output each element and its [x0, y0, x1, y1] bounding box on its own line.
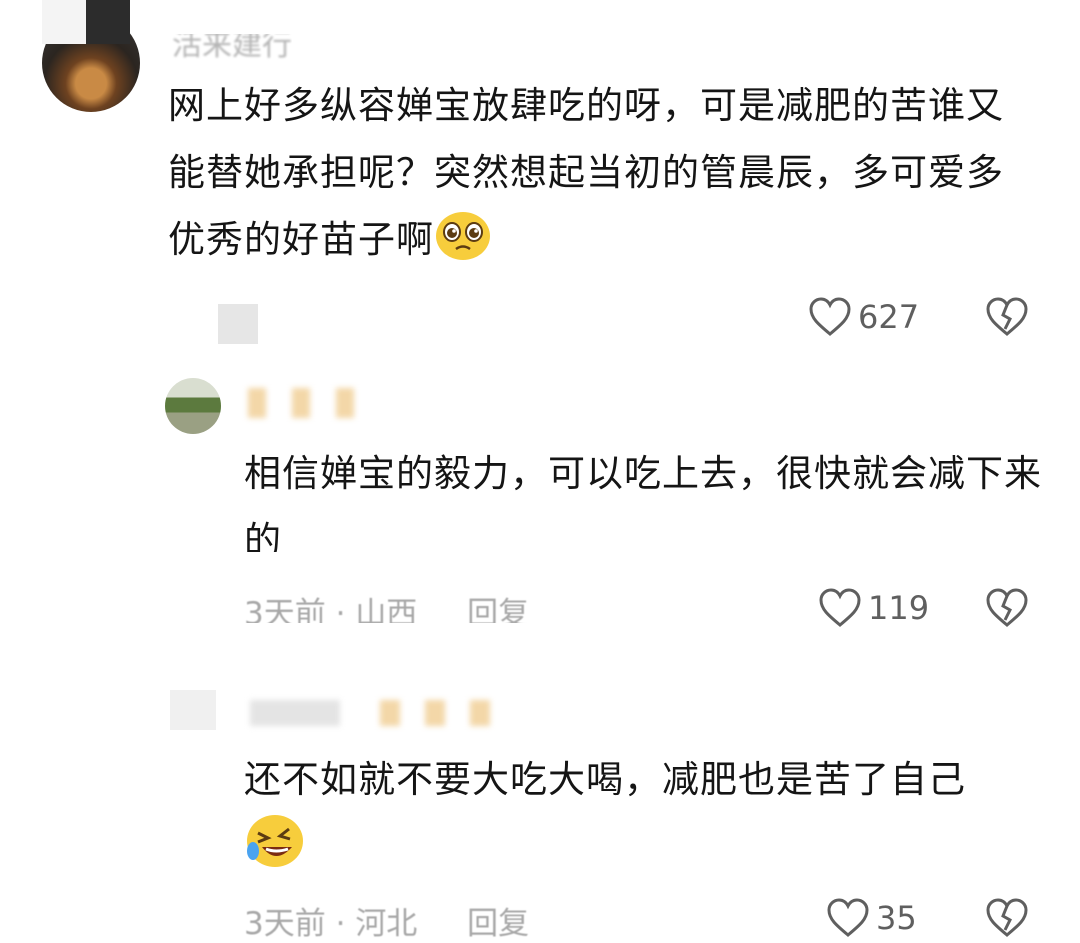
dislike-button[interactable] — [985, 588, 1029, 628]
dislike-button[interactable] — [985, 898, 1029, 938]
dislike-button[interactable] — [985, 297, 1029, 337]
comment-time: 3天前 — [244, 906, 326, 942]
reply-button[interactable]: 回复 — [467, 906, 529, 942]
avatar[interactable] — [170, 690, 216, 730]
broken-heart-icon — [985, 588, 1029, 628]
reply-button[interactable]: 回复 — [467, 596, 529, 623]
comment-meta: 3天前 · 河北 回复 — [244, 898, 529, 943]
comment-location: 山西 — [355, 596, 418, 632]
avatar[interactable] — [165, 378, 221, 434]
separator-dot: · — [335, 596, 346, 632]
heart-icon — [826, 898, 870, 938]
comment-text: 网上好多纵容婵宝放肆吃的呀，可是减肥的苦谁又能替她承担呢？突然想起当初的管晨辰，… — [168, 72, 1038, 283]
comment-text: 相信婵宝的毅力，可以吃上去，很快就会减下来的 — [244, 452, 1042, 552]
pleading-face-icon — [434, 210, 492, 283]
username-redacted[interactable] — [248, 388, 378, 418]
comment-body: 网上好多纵容婵宝放肆吃的呀，可是减肥的苦谁又能替她承担呢？突然想起当初的管晨辰，… — [168, 84, 1004, 261]
comment-body: 还不如就不要大吃大喝，减肥也是苦了自己 — [244, 758, 966, 801]
comment-meta: 3天前 · 山西 回复 — [244, 588, 529, 632]
like-count: 119 — [868, 589, 930, 627]
rolling-laughing-face-icon — [244, 813, 306, 890]
broken-heart-icon — [985, 297, 1029, 337]
username-redacted[interactable] — [250, 700, 490, 726]
like-count: 627 — [858, 298, 920, 336]
comment-time: 3天前 — [244, 596, 326, 632]
broken-heart-icon — [985, 898, 1029, 938]
separator-dot: · — [335, 906, 346, 942]
like-button[interactable]: 119 — [818, 588, 929, 628]
comment-location: 河北 — [355, 906, 418, 942]
blurred-meta — [218, 304, 258, 344]
comment-text: 还不如就不要大吃大喝，减肥也是苦了自己 — [244, 746, 1044, 890]
username[interactable]: 活来建行 — [172, 34, 292, 64]
heart-icon — [808, 297, 852, 337]
like-button[interactable]: 627 — [808, 297, 919, 337]
heart-icon — [818, 588, 862, 628]
like-count: 35 — [876, 899, 917, 937]
like-button[interactable]: 35 — [826, 898, 917, 938]
avatar[interactable] — [42, 0, 140, 112]
